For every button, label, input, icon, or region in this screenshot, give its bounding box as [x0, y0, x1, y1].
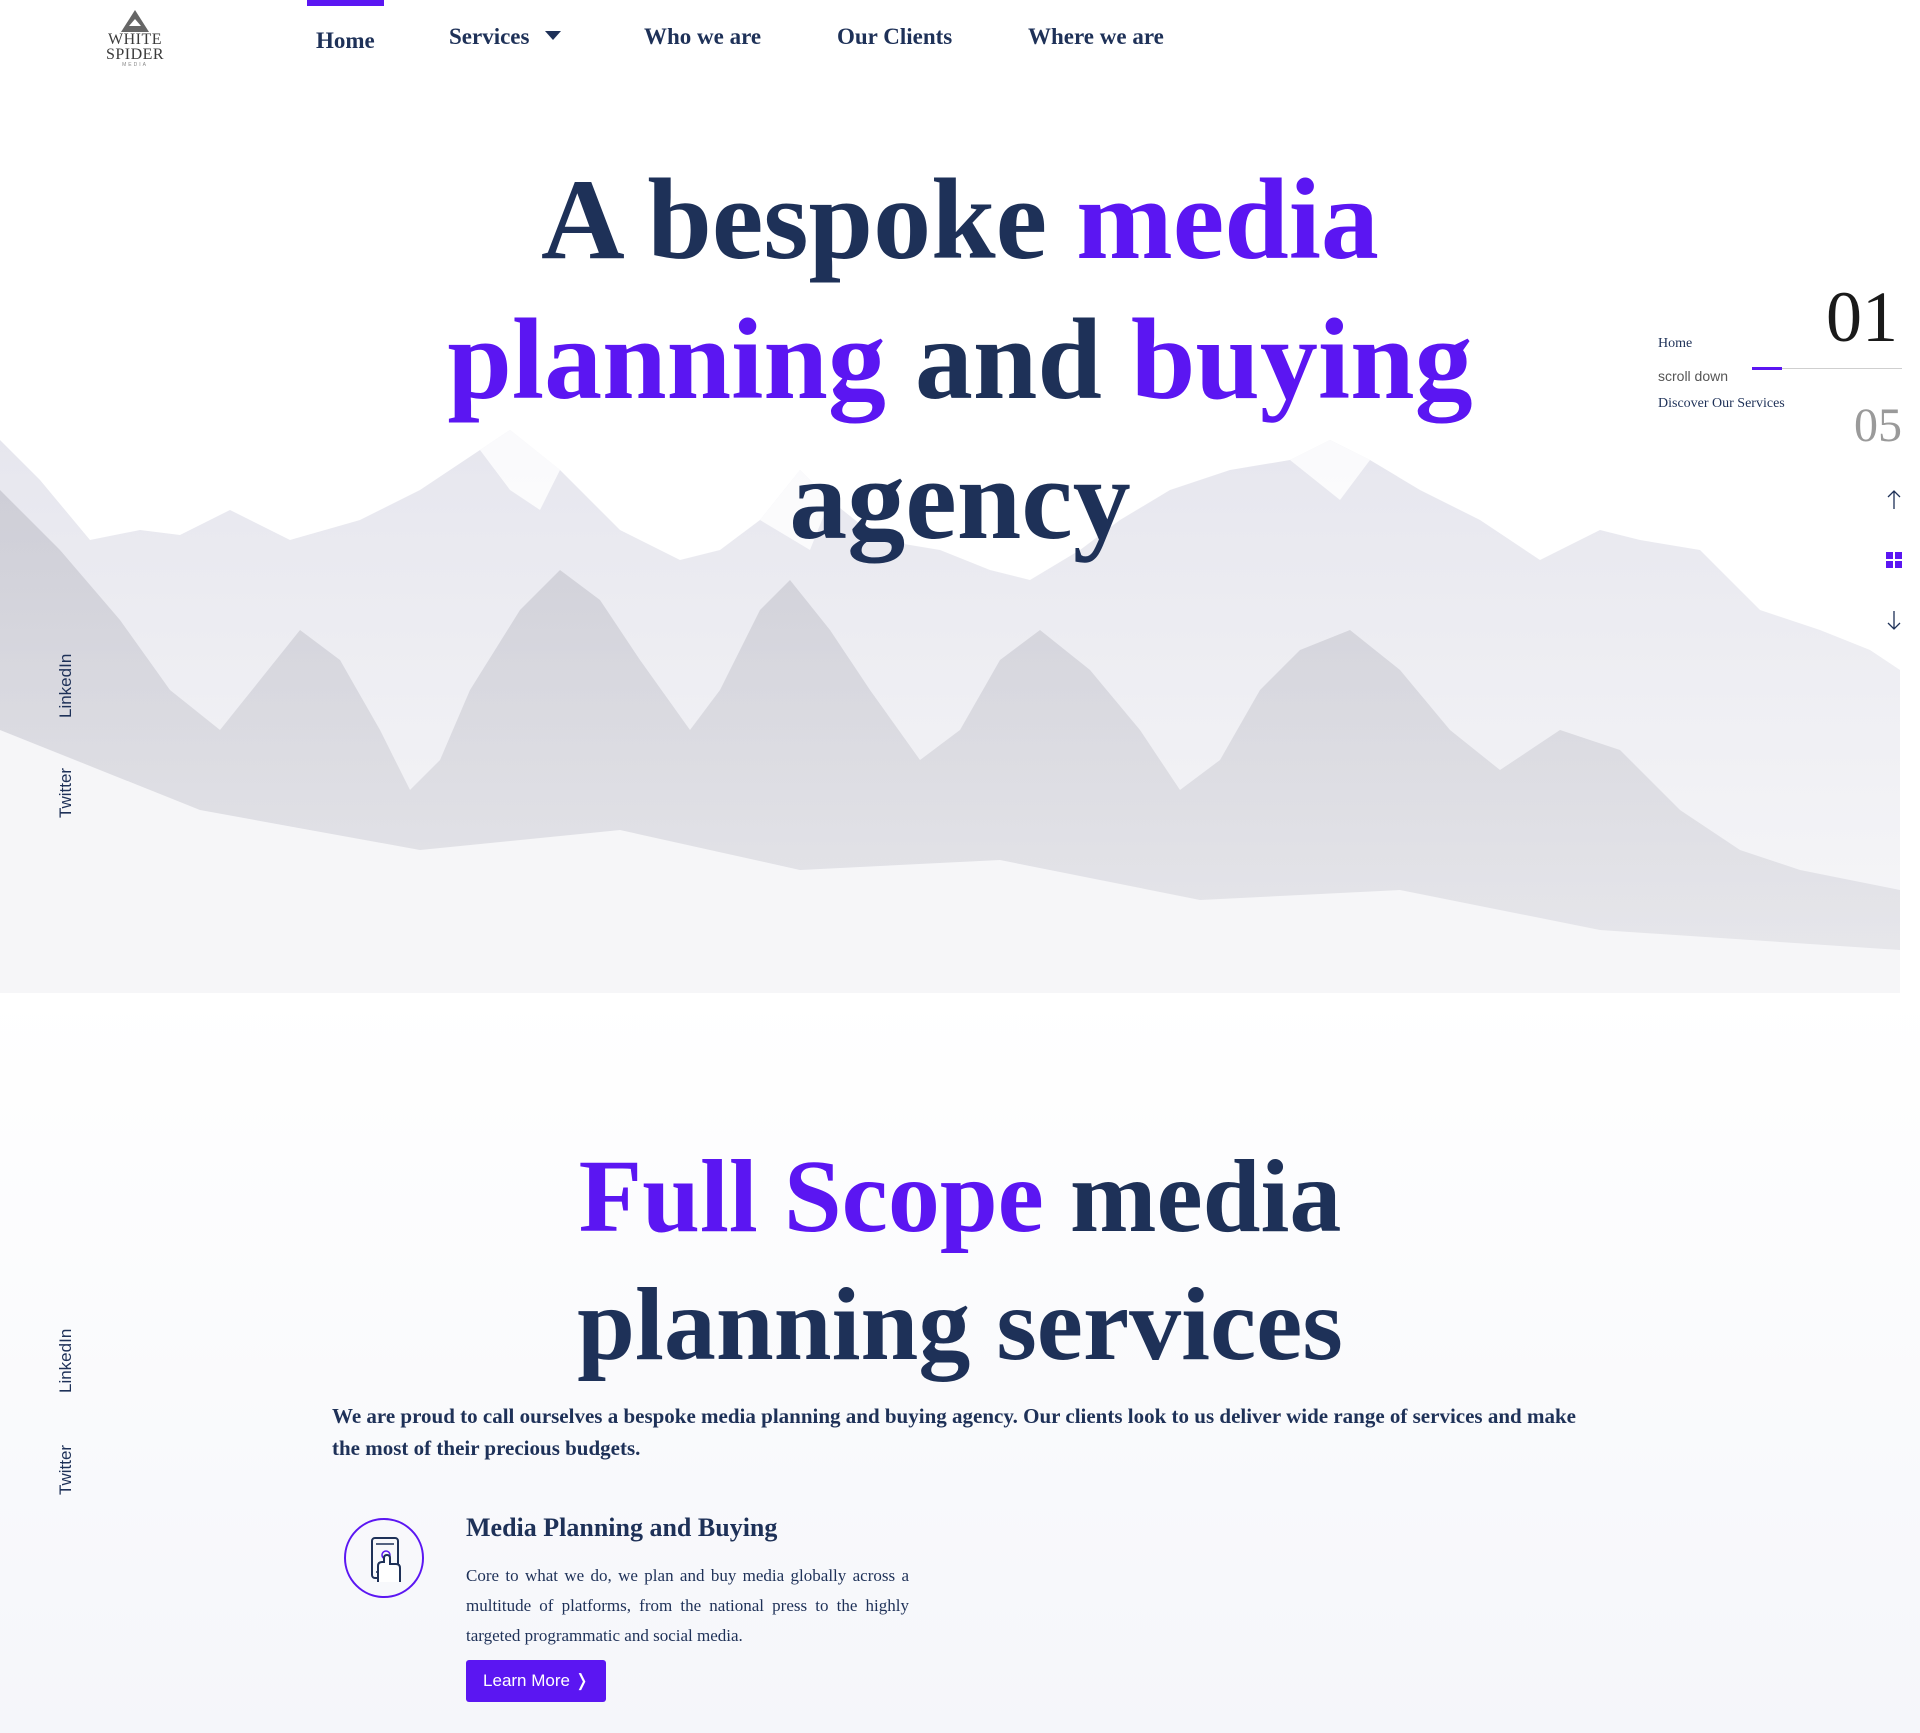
- slide-label-discover: Discover Our Services: [1658, 396, 1785, 411]
- hero-title-accent2: buying: [1130, 296, 1473, 424]
- caret-down-icon: [545, 31, 562, 40]
- slide-indicator-panel: 01 Home scroll down Discover Our Service…: [1640, 270, 1920, 650]
- logo-text-line1: WHITE: [107, 31, 163, 48]
- hero-title-part3: agency: [789, 436, 1131, 564]
- mountain-logo-icon: [121, 10, 149, 32]
- learn-more-button[interactable]: Learn More ❭: [466, 1660, 606, 1702]
- hero-title: A bespoke media planning and buying agen…: [380, 150, 1540, 570]
- nav-home[interactable]: Home: [316, 28, 375, 54]
- slide-label-scroll: scroll down: [1658, 368, 1729, 384]
- nav-who-we-are[interactable]: Who we are: [644, 24, 761, 50]
- slide-label-home: Home: [1658, 336, 1693, 351]
- social-twitter-link-2[interactable]: Twitter: [56, 1445, 76, 1495]
- chevron-right-icon: ❭: [574, 1671, 589, 1690]
- services-title: Full Scope media planning services: [420, 1133, 1500, 1389]
- top-navigation: WHITE SPIDER MEDIA Home Services Who we …: [0, 0, 1920, 90]
- slide-current-number: 01: [1826, 277, 1898, 357]
- services-section: LinkedIn Twitter Full Scope media planni…: [0, 993, 1920, 1733]
- services-title-accent: Full Scope: [578, 1139, 1044, 1254]
- service-description: Core to what we do, we plan and buy medi…: [466, 1566, 909, 1645]
- slide-progress-fill: [1752, 367, 1782, 370]
- social-linkedin-link-2[interactable]: LinkedIn: [56, 1329, 76, 1393]
- nav-active-indicator: [307, 0, 384, 6]
- social-twitter-link[interactable]: Twitter: [56, 768, 76, 818]
- arrow-up-icon[interactable]: [1882, 488, 1906, 512]
- slide-total-number: 05: [1854, 399, 1902, 452]
- hero-title-part1: A bespoke: [541, 156, 1077, 284]
- logo-text-line2: SPIDER: [105, 46, 165, 63]
- social-linkedin-link[interactable]: LinkedIn: [56, 654, 76, 718]
- arrow-down-icon[interactable]: [1882, 608, 1906, 632]
- nav-our-clients[interactable]: Our Clients: [837, 24, 952, 50]
- hero-title-part2: and: [885, 296, 1131, 424]
- service-title: Media Planning and Buying: [466, 1513, 778, 1542]
- hero-section: A bespoke media planning and buying agen…: [0, 0, 1920, 993]
- mobile-touch-icon: [344, 1518, 424, 1598]
- services-intro: We are proud to call ourselves a bespoke…: [332, 1404, 1576, 1460]
- grid-icon[interactable]: [1882, 548, 1906, 572]
- nav-where-we-are[interactable]: Where we are: [1028, 24, 1164, 50]
- brand-logo[interactable]: WHITE SPIDER MEDIA: [104, 10, 166, 68]
- nav-services-label: Services: [449, 24, 530, 49]
- learn-more-label: Learn More: [483, 1671, 570, 1690]
- nav-services[interactable]: Services: [449, 24, 562, 50]
